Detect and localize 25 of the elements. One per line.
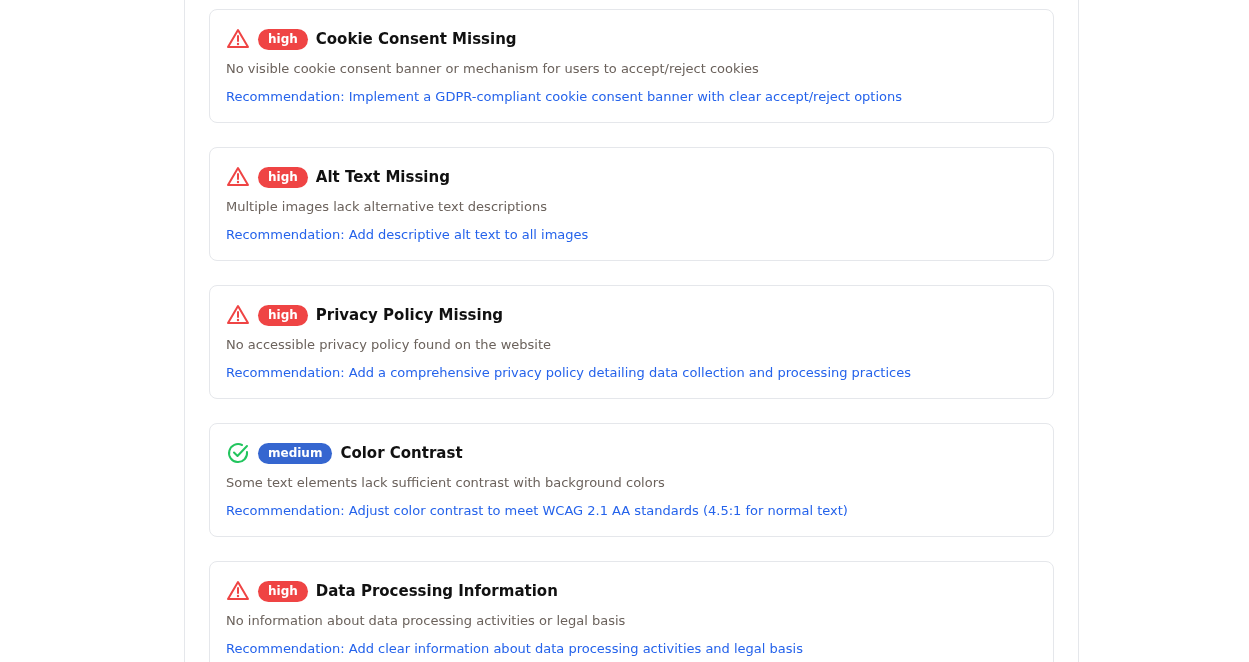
issue-description: No information about data processing activities or legal basis: [226, 612, 627, 630]
warning-icon: [226, 165, 250, 189]
issue-title: Privacy Policy Missing: [315, 306, 504, 324]
severity-badge: high: [258, 580, 308, 602]
warning-icon: [226, 27, 250, 51]
warning-icon: [226, 303, 250, 327]
recommendation-text: Recommendation: Add a comprehensive privacy policy detailing data collection and processing practices: [226, 364, 912, 382]
severity-badge: high: [258, 166, 308, 188]
recommendation-text: Recommendation: Add clear information about data processing activities and legal basis: [226, 640, 804, 658]
severity-badge: high: [258, 304, 308, 326]
issue-description: Multiple images lack alternative text descriptions: [226, 198, 548, 216]
severity-badge: high: [258, 28, 308, 50]
recommendation-text: Recommendation: Adjust color contrast to meet WCAG 2.1 AA standards (4.5:1 for normal text): [226, 502, 849, 520]
issue-title: Cookie Consent Missing: [315, 30, 517, 48]
issue-description: No accessible privacy policy found on the website: [226, 336, 552, 354]
issue-title: Color Contrast: [340, 444, 463, 462]
issue-title: Data Processing Information: [315, 582, 558, 600]
issue-description: No visible cookie consent banner or mechanism for users to accept/reject cookies: [226, 60, 760, 78]
recommendation-text: Recommendation: Add descriptive alt text to all images: [226, 226, 590, 244]
severity-badge: medium: [258, 442, 333, 464]
check-circle-icon: [226, 441, 250, 465]
issue-title: Alt Text Missing: [315, 168, 450, 186]
issue-description: Some text elements lack sufficient contrast with background colors: [226, 474, 666, 492]
recommendation-text: Recommendation: Implement a GDPR-compliant cookie consent banner with clear accept/reject options: [226, 88, 904, 106]
warning-icon: [226, 579, 250, 603]
